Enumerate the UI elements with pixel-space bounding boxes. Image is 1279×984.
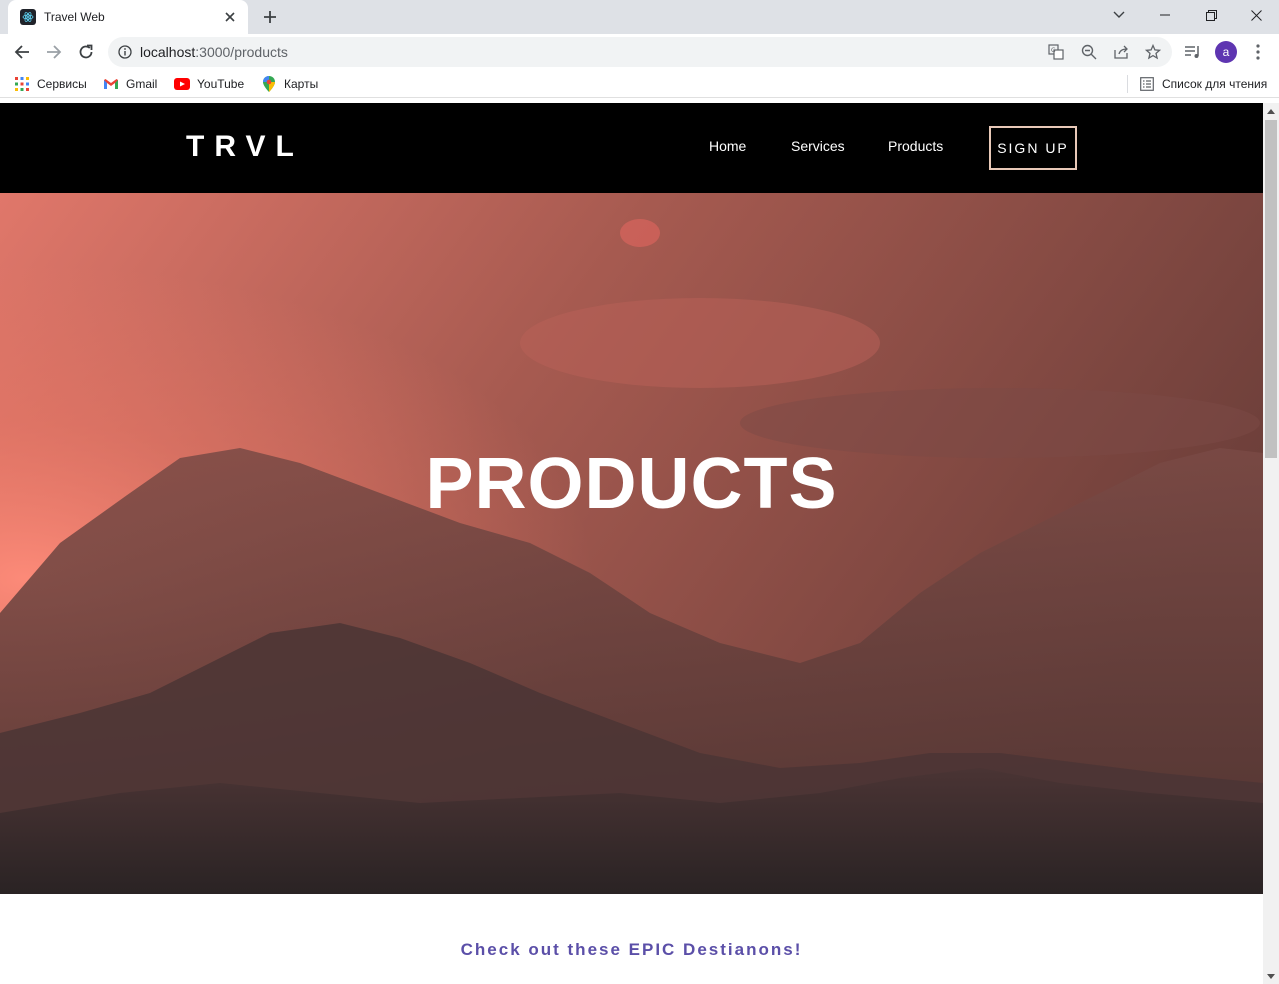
maps-icon xyxy=(261,76,277,92)
back-icon[interactable] xyxy=(8,38,36,66)
url-path: :3000/products xyxy=(195,44,288,60)
close-tab-icon[interactable] xyxy=(222,9,238,25)
browser-toolbar: localhost:3000/products G a xyxy=(0,34,1279,70)
share-icon[interactable] xyxy=(1113,44,1129,60)
sign-up-button[interactable]: SIGN UP xyxy=(989,126,1077,170)
reading-list-icon xyxy=(1139,76,1155,92)
bookmark-services[interactable]: Сервисы xyxy=(14,76,87,92)
site-logo[interactable]: TRVL xyxy=(186,130,304,164)
minimize-icon[interactable] xyxy=(1142,0,1188,30)
svg-text:G: G xyxy=(1051,47,1056,54)
address-bar[interactable]: localhost:3000/products G xyxy=(108,37,1172,67)
bookmark-gmail[interactable]: Gmail xyxy=(103,76,157,92)
bookmark-youtube[interactable]: YouTube xyxy=(174,76,244,92)
tab-search-icon[interactable] xyxy=(1096,0,1142,30)
bookmark-star-icon[interactable] xyxy=(1145,44,1161,60)
new-tab-icon[interactable] xyxy=(258,5,282,29)
reading-list-button[interactable]: Список для чтения xyxy=(1139,76,1267,92)
url-host: localhost xyxy=(140,44,196,60)
tab-title: Travel Web xyxy=(44,10,105,24)
page-viewport: TRVL Home Services Products SIGN UP PROD… xyxy=(0,103,1263,984)
bookmarks-divider xyxy=(1127,75,1128,93)
scrollbar-thumb[interactable] xyxy=(1265,120,1277,458)
restore-icon[interactable] xyxy=(1188,0,1234,30)
zoom-icon[interactable] xyxy=(1081,44,1097,60)
translate-icon[interactable]: G xyxy=(1048,44,1064,60)
mountain-sunset-image xyxy=(0,193,1263,894)
bookmark-label: Gmail xyxy=(126,77,158,91)
nav-link-products[interactable]: Products xyxy=(888,138,943,154)
scroll-down-arrow-icon[interactable] xyxy=(1263,968,1279,984)
close-window-icon[interactable] xyxy=(1233,0,1279,30)
apps-grid-icon xyxy=(14,76,30,92)
hero-section: PRODUCTS xyxy=(0,193,1263,894)
bookmarks-bar: Сервисы Gmail YouTube Карты Список для ч… xyxy=(0,70,1279,98)
scroll-up-arrow-icon[interactable] xyxy=(1263,103,1279,119)
browser-menu-icon[interactable] xyxy=(1248,42,1268,62)
bookmark-label: Карты xyxy=(284,77,319,91)
nav-link-home[interactable]: Home xyxy=(709,138,746,154)
page-scrollbar[interactable] xyxy=(1263,103,1279,984)
reload-icon[interactable] xyxy=(72,38,100,66)
hero-title: PRODUCTS xyxy=(425,444,838,524)
url-text: localhost:3000/products xyxy=(140,44,288,60)
media-control-icon[interactable] xyxy=(1183,42,1203,62)
site-info-icon[interactable] xyxy=(118,45,132,59)
reading-list-label: Список для чтения xyxy=(1162,77,1268,91)
nav-link-services[interactable]: Services xyxy=(791,138,845,154)
tab-strip: Travel Web xyxy=(0,0,1279,34)
gmail-icon xyxy=(103,76,119,92)
react-favicon-icon xyxy=(20,9,36,25)
bookmark-label: Сервисы xyxy=(37,77,87,91)
bookmark-maps[interactable]: Карты xyxy=(261,76,318,92)
youtube-icon xyxy=(174,76,190,92)
forward-icon[interactable] xyxy=(40,38,68,66)
site-navbar: TRVL Home Services Products SIGN UP xyxy=(0,103,1263,193)
bookmark-label: YouTube xyxy=(197,77,245,91)
browser-tab[interactable]: Travel Web xyxy=(8,0,248,34)
section-tagline: Check out these EPIC Destianons! xyxy=(460,940,803,959)
profile-avatar[interactable]: a xyxy=(1215,41,1237,63)
